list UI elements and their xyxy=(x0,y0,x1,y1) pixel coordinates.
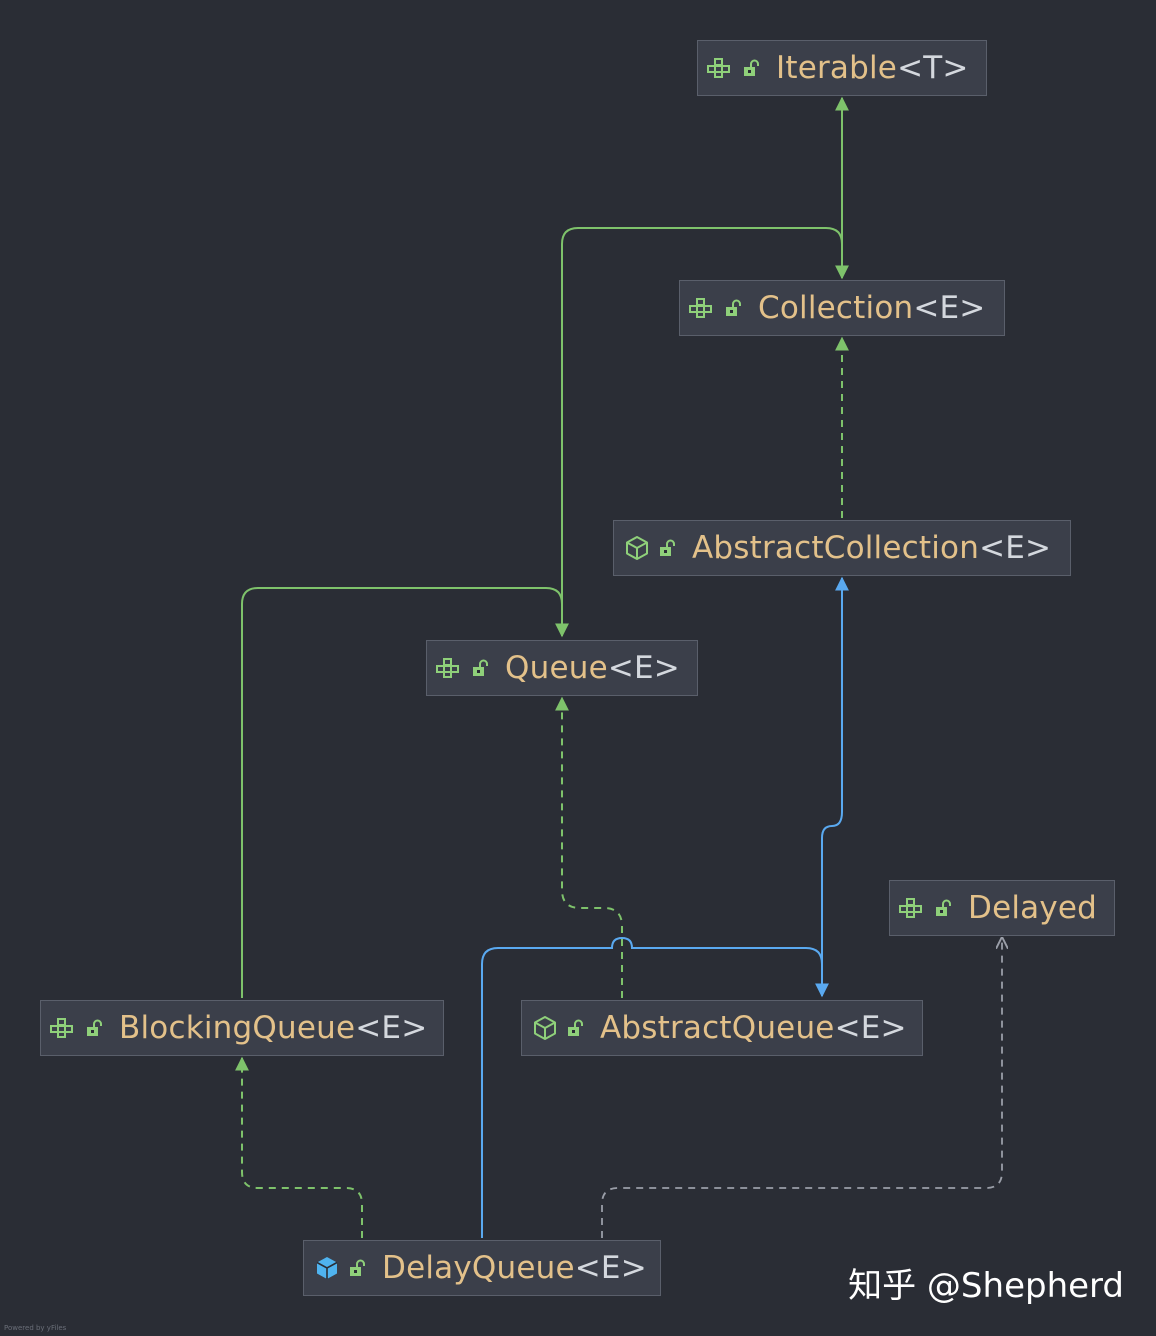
node-generic: <E> xyxy=(913,290,986,326)
unlocked-icon xyxy=(346,1257,368,1279)
edge-delayqueue-to-delayed xyxy=(601,938,1002,1238)
node-generic: <T> xyxy=(897,50,969,86)
edge-delayqueue-to-blockingqueue xyxy=(235,1056,363,1238)
unlocked-icon xyxy=(656,537,678,559)
class-icon xyxy=(312,1256,342,1280)
abstract-class-icon xyxy=(530,1016,560,1040)
node-generic: <E> xyxy=(607,650,680,686)
interface-icon xyxy=(688,296,718,320)
node-name: AbstractQueue xyxy=(600,1010,835,1046)
node-delayqueue[interactable]: DelayQueue<E> xyxy=(303,1240,661,1296)
abstract-class-icon xyxy=(622,536,652,560)
node-abstractcollection[interactable]: AbstractCollection<E> xyxy=(613,520,1071,576)
unlocked-icon xyxy=(564,1017,586,1039)
unlocked-icon xyxy=(83,1017,105,1039)
node-name: Iterable xyxy=(776,50,898,86)
unlocked-icon xyxy=(740,57,762,79)
node-abstractqueue[interactable]: AbstractQueue<E> xyxy=(521,1000,923,1056)
powered-by-label: Powered by yFiles xyxy=(4,1324,67,1332)
edge-delayqueue-to-abstractqueue xyxy=(481,936,829,1238)
node-generic: <E> xyxy=(834,1010,907,1046)
node-generic: <E> xyxy=(574,1250,647,1286)
node-generic: <E> xyxy=(979,530,1052,566)
unlocked-icon xyxy=(469,657,491,679)
uml-class-diagram: Iterable<T> Collection<E> AbstractCollec… xyxy=(0,0,1156,1336)
watermark: 知乎 @Shepherd xyxy=(848,1266,1124,1306)
node-iterable[interactable]: Iterable<T> xyxy=(697,40,987,96)
node-generic: <E> xyxy=(355,1010,428,1046)
node-blockingqueue[interactable]: BlockingQueue<E> xyxy=(40,1000,444,1056)
interface-icon xyxy=(706,56,736,80)
node-collection[interactable]: Collection<E> xyxy=(679,280,1005,336)
node-name: DelayQueue xyxy=(382,1250,575,1286)
node-name: AbstractCollection xyxy=(692,530,980,566)
node-queue[interactable]: Queue<E> xyxy=(426,640,698,696)
edge-abstractqueue-to-abstractcollection xyxy=(821,576,849,996)
node-name: Queue xyxy=(505,650,608,686)
interface-icon xyxy=(898,896,928,920)
interface-icon xyxy=(49,1016,79,1040)
edge-abstractqueue-to-queue xyxy=(555,696,623,998)
node-name: Delayed xyxy=(968,890,1098,926)
unlocked-icon xyxy=(722,297,744,319)
unlocked-icon xyxy=(932,897,954,919)
interface-icon xyxy=(435,656,465,680)
node-name: Collection xyxy=(758,290,914,326)
node-delayed[interactable]: Delayed xyxy=(889,880,1115,936)
node-name: BlockingQueue xyxy=(119,1010,356,1046)
